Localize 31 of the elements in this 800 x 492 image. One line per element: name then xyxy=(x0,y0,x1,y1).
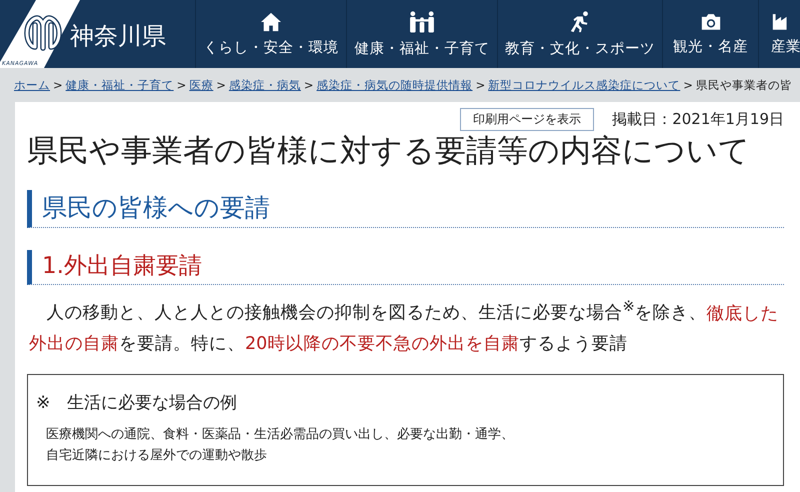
note-heading: ※ 生活に必要な場合の例 xyxy=(36,392,238,414)
breadcrumb-separator: > xyxy=(216,78,226,92)
posted-date: 掲載日：2021年1月19日 xyxy=(612,110,784,129)
breadcrumb-separator: > xyxy=(176,78,186,92)
breadcrumb-separator: > xyxy=(53,78,63,92)
breadcrumb-link[interactable]: ホーム xyxy=(14,78,50,92)
breadcrumb-separator: > xyxy=(683,78,693,92)
breadcrumb-current: 県民や事業者の皆 xyxy=(696,78,792,92)
section-heading: 県民の皆様への要請 xyxy=(27,190,784,228)
subsection-heading: 1.外出自粛要請 xyxy=(27,250,784,285)
note-line: 自宅近隣における屋外での運動や散歩 xyxy=(45,447,268,466)
site-name: 神奈川県 xyxy=(70,21,166,52)
nav-item[interactable]: くらし・安全・環境 xyxy=(195,0,346,68)
request-paragraph: 人の移動と、人と人との接触機会の抑制を図るため、生活に必要な場合$^{※}$を除き、徹底した外出の自粛を要請。特に、20時以降の不要不急の外出を自粛するよう要請 xyxy=(28,298,780,356)
nav-item[interactable]: 観光・名産 xyxy=(662,0,758,68)
breadcrumb-link[interactable]: 医療 xyxy=(189,78,214,92)
nav-item[interactable]: 産業 xyxy=(758,0,800,68)
page-title: 県民や事業者の皆様に対する要請等の内容について xyxy=(27,133,751,170)
breadcrumb-link[interactable]: 感染症・病気 xyxy=(228,78,301,92)
breadcrumb-link[interactable]: 新型コロナウイルス感染症について xyxy=(488,78,680,92)
breadcrumb-link[interactable]: 感染症・病気の随時提供情報 xyxy=(316,78,473,92)
nav-item[interactable]: 健康・福祉・子育て xyxy=(346,0,497,68)
breadcrumb-separator: > xyxy=(304,78,314,92)
logo-icon xyxy=(24,15,62,51)
note-line: 医療機関への通院、食料・医薬品・生活必需品の買い出し、必要な出勤・通学、 xyxy=(45,426,515,444)
camera-icon xyxy=(700,12,722,31)
print-page-button[interactable]: 印刷用ページを表示 xyxy=(460,108,594,131)
nav-item[interactable]: 教育・文化・スポーツ xyxy=(497,0,662,68)
breadcrumb-link[interactable]: 健康・福祉・子育て xyxy=(66,78,174,92)
house-icon xyxy=(259,12,283,32)
breadcrumb-separator: > xyxy=(476,78,486,92)
